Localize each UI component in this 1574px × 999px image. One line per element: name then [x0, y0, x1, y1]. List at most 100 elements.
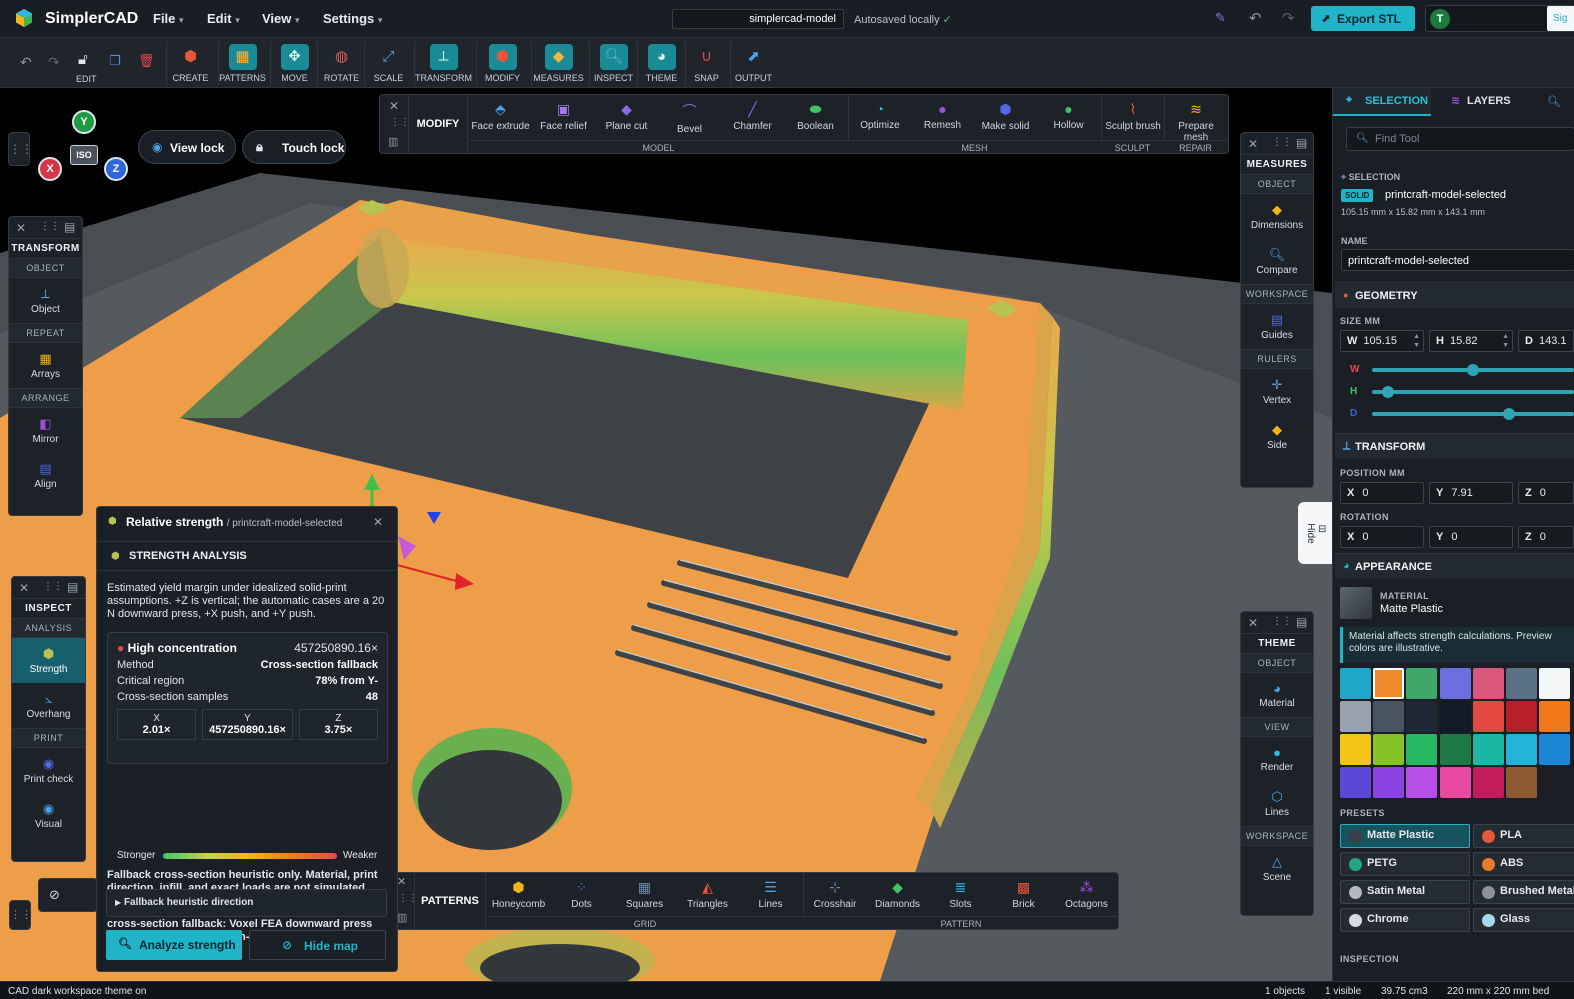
make-solid-tool[interactable]: ⬢ Make solid [974, 95, 1037, 140]
align-tool[interactable]: ▤ Align [9, 453, 82, 498]
strength-tool[interactable]: ⬢ Strength [12, 638, 85, 683]
color-swatch[interactable] [1539, 701, 1571, 732]
touch-lock-button[interactable]: 🔒︎ Touch lock [242, 130, 346, 164]
output-button[interactable]: ⬈ OUTPUT [730, 42, 776, 86]
close-icon[interactable]: ✕ [1248, 616, 1258, 630]
find-tool-input[interactable]: 🔍︎ Find Tool [1346, 127, 1574, 151]
color-swatch[interactable] [1340, 668, 1371, 699]
side-tool[interactable]: ◆ Side [1241, 414, 1313, 459]
magnifier-icon[interactable]: 🔍︎ [1547, 95, 1561, 108]
undo-icon[interactable]: ↶ [1249, 9, 1262, 27]
redo-icon[interactable]: ↷ [1282, 9, 1295, 27]
color-swatch[interactable] [1373, 734, 1405, 765]
width-slider[interactable] [1372, 364, 1574, 376]
hide-sidebar-tab[interactable]: Hide ⊟ [1298, 502, 1332, 564]
layout-icon[interactable]: ▤ [1296, 615, 1307, 629]
drag-handle-icon[interactable]: ⋮⋮ [1272, 616, 1292, 627]
triangles-tool[interactable]: ◭ Triangles [676, 873, 739, 918]
color-swatch[interactable] [1340, 767, 1371, 798]
close-icon[interactable]: ✕ [1248, 137, 1258, 151]
overhang-tool[interactable]: ⦣ Overhang [12, 683, 85, 728]
layout-icon[interactable]: ▥ [388, 135, 398, 148]
depth-slider[interactable] [1372, 408, 1574, 420]
menu-settings[interactable]: Settings ▾ [323, 11, 382, 26]
axis-y-button[interactable]: Y [72, 110, 96, 134]
chamfer-tool[interactable]: ╱ Chamfer [721, 95, 784, 140]
face-relief-tool[interactable]: ▣ Face relief [532, 95, 595, 140]
prepare-mesh-tool[interactable]: ≋ Prepare mesh [1164, 95, 1227, 143]
octagons-tool[interactable]: ⁂ Octagons [1055, 873, 1118, 918]
remesh-tool[interactable]: ● Remesh [911, 95, 974, 140]
crosshair-tool[interactable]: ⊹ Crosshair [803, 873, 866, 918]
vertex-tool[interactable]: ✛ Vertex [1241, 369, 1313, 414]
optimize-tool[interactable]: ◔ Optimize [848, 95, 911, 140]
theme-button[interactable]: ◕ THEME [637, 42, 685, 86]
sculpt-brush-tool[interactable]: ⌇ Sculpt brush [1101, 95, 1164, 140]
layout-icon[interactable]: ▤ [1296, 136, 1307, 150]
color-swatch[interactable] [1506, 668, 1537, 699]
patterns-button[interactable]: ▦ PATTERNS [218, 42, 266, 86]
bevel-tool[interactable]: ⌒ Bevel [658, 95, 721, 140]
depth-field[interactable]: D 143.1 [1518, 330, 1574, 352]
drag-handle-icon[interactable]: ⋮⋮ [40, 221, 60, 232]
visual-tool[interactable]: ◉ Visual [12, 793, 85, 838]
color-swatch[interactable] [1406, 767, 1438, 798]
lines-tool[interactable]: ⬡ Lines [1241, 781, 1313, 826]
preset-button[interactable]: Satin Metal [1340, 880, 1470, 904]
preset-button[interactable]: PETG [1340, 852, 1470, 876]
fallback-direction-toggle[interactable]: ▶ Fallback heuristic direction [106, 889, 387, 917]
object-tool[interactable]: ⟂ Object [9, 278, 82, 323]
lines-pattern-tool[interactable]: ☰ Lines [739, 873, 802, 918]
viewcube-drag-handle[interactable]: ⋮⋮ [8, 132, 33, 166]
eye-off-icon[interactable]: ⊘ [49, 887, 60, 903]
preset-button[interactable]: Brushed Metal [1473, 880, 1574, 904]
menu-file[interactable]: File ▾ [153, 11, 184, 26]
brick-tool[interactable]: ▩ Brick [992, 873, 1055, 918]
position-z-field[interactable]: Z0 [1518, 482, 1574, 504]
geometry-header[interactable]: ● GEOMETRY [1335, 282, 1574, 308]
color-swatch[interactable] [1472, 701, 1504, 732]
export-stl-button[interactable]: ⬈ Export STL [1311, 6, 1415, 31]
preset-button[interactable]: Matte Plastic [1340, 824, 1470, 848]
dimensions-tool[interactable]: ◆ Dimensions [1241, 194, 1313, 239]
measures-button[interactable]: ◆ MEASURES [531, 42, 585, 86]
lock-icon[interactable]: 🔓︎ [78, 51, 88, 68]
stepper-icon[interactable]: ▲ ▼ [1413, 332, 1420, 350]
color-swatch[interactable] [1506, 767, 1537, 798]
honeycomb-tool[interactable]: ⬢ Honeycomb [487, 873, 550, 918]
drag-handle-icon[interactable]: ⋮⋮ [43, 581, 63, 592]
color-swatch[interactable] [1539, 668, 1571, 699]
color-swatch[interactable] [1373, 701, 1405, 732]
material-tool[interactable]: ◕ Material [1241, 673, 1313, 717]
color-swatch[interactable] [1506, 734, 1537, 765]
color-swatch[interactable] [1539, 734, 1571, 765]
color-swatch[interactable] [1439, 701, 1471, 732]
color-swatch[interactable] [1439, 668, 1471, 699]
height-field[interactable]: H 15.82 ▲ ▼ [1429, 330, 1513, 352]
create-button[interactable]: ⬢ CREATE [166, 42, 214, 86]
move-button[interactable]: ✥ MOVE [270, 42, 318, 86]
position-y-field[interactable]: Y 7.91 [1429, 482, 1513, 504]
color-swatch[interactable] [1340, 734, 1371, 765]
material-preview[interactable] [1340, 587, 1372, 619]
color-swatch[interactable] [1439, 767, 1471, 798]
close-icon[interactable]: ✕ [397, 875, 406, 888]
rotate-button[interactable]: ◍ ROTATE [317, 42, 365, 86]
drag-handle-icon[interactable]: ⋮⋮ [390, 117, 410, 128]
color-swatch[interactable] [1406, 734, 1438, 765]
mirror-tool[interactable]: ◧ Mirror [9, 408, 82, 453]
close-icon[interactable]: ✕ [389, 99, 399, 113]
menu-view[interactable]: View ▾ [262, 11, 300, 26]
color-swatch[interactable] [1406, 668, 1438, 699]
preset-button[interactable]: Chrome [1340, 908, 1470, 932]
redo-icon[interactable]: ↷ [48, 54, 60, 71]
arrays-tool[interactable]: ▦ Arrays [9, 343, 82, 388]
color-swatch[interactable] [1472, 767, 1504, 798]
guides-tool[interactable]: ▤ Guides [1241, 304, 1313, 349]
undo-icon[interactable]: ↶ [20, 54, 32, 71]
width-field[interactable]: W 105.15 ▲ ▼ [1340, 330, 1424, 352]
plane-cut-tool[interactable]: ◆ Plane cut [595, 95, 658, 140]
width-slider-knob[interactable] [1467, 364, 1479, 376]
scene-tool[interactable]: △ Scene [1241, 846, 1313, 891]
preset-button[interactable]: PLA [1473, 824, 1574, 848]
